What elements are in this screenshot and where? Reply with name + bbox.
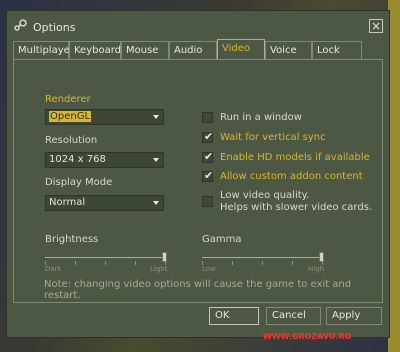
steam-icon: [14, 19, 27, 31]
checkbox-box[interactable]: [202, 112, 213, 123]
checkmark-icon: ✔: [204, 150, 214, 163]
ok-button[interactable]: OK: [209, 307, 259, 325]
resolution-select[interactable]: 1024 x 768: [45, 152, 164, 168]
options-dialog: Options × Multiplayer Keyboard Mouse Aud…: [6, 10, 390, 338]
tick: [292, 261, 293, 265]
checkbox-box[interactable]: ✔: [202, 150, 214, 163]
checkbox-box[interactable]: ✔: [202, 169, 214, 182]
close-icon: ×: [370, 19, 382, 33]
chevron-down-icon: [153, 158, 159, 162]
checkbox-box[interactable]: ✔: [202, 130, 214, 143]
checkbox-label: Allow custom addon content: [220, 171, 363, 182]
close-button[interactable]: ×: [369, 19, 383, 33]
tick: [262, 261, 263, 265]
gamma-label: Gamma: [202, 234, 242, 245]
tab-keyboard[interactable]: Keyboard: [69, 41, 121, 59]
cancel-button[interactable]: Cancel: [266, 307, 321, 325]
tab-lock[interactable]: Lock: [312, 41, 362, 59]
display-mode-value: Normal: [49, 197, 86, 208]
display-mode-select[interactable]: Normal: [45, 195, 164, 211]
brightness-track[interactable]: [45, 257, 165, 258]
title-bar: Options ×: [7, 11, 389, 37]
checkbox-label: Wait for vertical sync: [220, 132, 326, 143]
resolution-label: Resolution: [45, 135, 98, 146]
watermark: WWW.GROZAVU.RO: [263, 332, 352, 341]
brightness-min-label: Dark: [45, 265, 62, 273]
checkbox-label: Low video quality.: [220, 190, 310, 201]
brightness-max-label: Light: [150, 265, 168, 273]
tick: [232, 261, 233, 265]
apply-button[interactable]: Apply: [326, 307, 382, 325]
tab-video[interactable]: Video: [217, 39, 265, 59]
renderer-select[interactable]: OpenGL: [45, 109, 164, 125]
checkbox-label: Enable HD models if available: [220, 152, 370, 163]
tab-bar: Multiplayer Keyboard Mouse Audio Video V…: [13, 39, 383, 60]
gamma-max-label: High: [308, 265, 325, 273]
resolution-value: 1024 x 768: [49, 154, 106, 165]
brightness-label: Brightness: [45, 234, 99, 245]
tick: [105, 261, 106, 265]
checkbox-label: Run in a window: [220, 112, 302, 123]
tab-mouse[interactable]: Mouse: [121, 41, 169, 59]
window-title: Options: [33, 21, 76, 34]
video-panel: Renderer OpenGL Resolution 1024 x 768 Di…: [13, 59, 383, 303]
tick: [135, 261, 136, 265]
renderer-label: Renderer: [45, 94, 91, 105]
display-mode-label: Display Mode: [45, 177, 113, 188]
checkmark-icon: ✔: [204, 169, 214, 182]
tab-audio[interactable]: Audio: [169, 41, 217, 59]
checkmark-icon: ✔: [204, 130, 214, 143]
tab-voice[interactable]: Voice: [265, 41, 312, 59]
chevron-down-icon: [153, 201, 159, 205]
gamma-min-label: Low: [202, 265, 216, 273]
gamma-track[interactable]: [202, 257, 322, 258]
tab-multiplayer[interactable]: Multiplayer: [13, 41, 74, 59]
checkbox-label-secondary: Helps with slower video cards.: [220, 202, 373, 213]
tick: [75, 261, 76, 265]
renderer-value: OpenGL: [49, 111, 92, 122]
restart-note: Note: changing video options will cause …: [44, 279, 352, 301]
checkbox-box[interactable]: [202, 196, 213, 207]
chevron-down-icon: [153, 115, 159, 119]
